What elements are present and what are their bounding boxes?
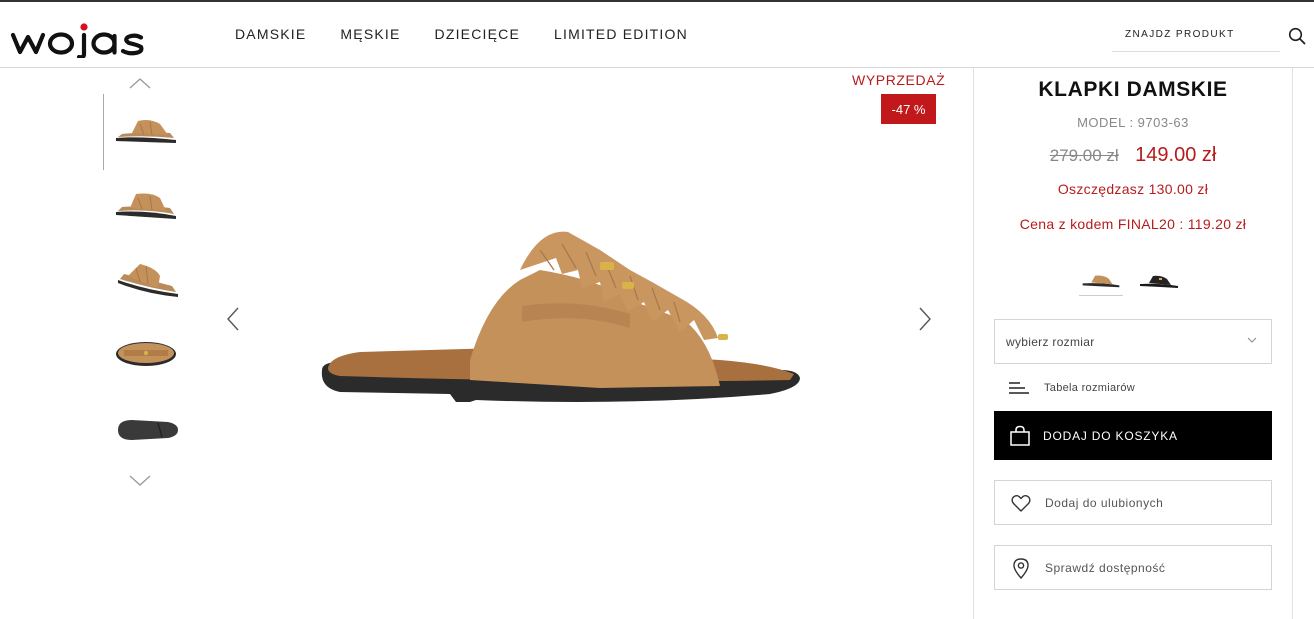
chevron-down-icon xyxy=(1247,337,1257,343)
site-header: DAMSKIE MĘSKIE DZIECIĘCE LIMITED EDITION xyxy=(0,2,1314,68)
search-icon[interactable] xyxy=(1288,27,1306,45)
thumbnail-1[interactable] xyxy=(110,102,182,168)
nav-item-limited-edition[interactable]: LIMITED EDITION xyxy=(554,26,688,42)
heart-icon xyxy=(1011,494,1031,512)
color-variant-camel[interactable] xyxy=(1079,266,1123,296)
next-image-arrow-icon[interactable] xyxy=(918,306,932,332)
check-availability-label: Sprawdź dostępność xyxy=(1045,560,1166,575)
thumbnail-up-arrow-icon[interactable] xyxy=(128,76,152,90)
size-chart-icon xyxy=(1009,382,1029,394)
search-box xyxy=(1112,18,1280,52)
product-main-image xyxy=(321,231,800,402)
thumbnail-4[interactable] xyxy=(110,320,182,386)
check-availability-button[interactable]: Sprawdź dostępność xyxy=(994,545,1272,590)
thumbnail-active-indicator xyxy=(103,94,104,170)
nav-item-dzieciece[interactable]: DZIECIĘCE xyxy=(435,26,520,42)
main-nav: DAMSKIE MĘSKIE DZIECIĘCE LIMITED EDITION xyxy=(235,26,722,42)
discount-badge: -47 % xyxy=(881,94,936,124)
nav-item-meskie[interactable]: MĘSKIE xyxy=(340,26,400,42)
thumbnail-5[interactable] xyxy=(110,396,182,462)
nav-item-damskie[interactable]: DAMSKIE xyxy=(235,26,306,42)
add-to-favorites-label: Dodaj do ulubionych xyxy=(1045,495,1164,510)
add-to-cart-button[interactable]: DODAJ DO KOSZYKA xyxy=(994,411,1272,460)
add-to-favorites-button[interactable]: Dodaj do ulubionych xyxy=(994,480,1272,525)
new-price: 149.00 zł xyxy=(1135,144,1217,166)
wojas-logo[interactable] xyxy=(10,16,182,58)
price-block: 279.00 zł 149.00 zł xyxy=(974,144,1292,167)
product-model: MODEL : 9703-63 xyxy=(1077,115,1189,130)
thumbnail-down-arrow-icon[interactable] xyxy=(128,474,152,488)
shopping-bag-icon xyxy=(1010,425,1030,446)
savings-text: Oszczędzasz 130.00 zł xyxy=(1057,181,1209,197)
size-chart-link[interactable]: Tabela rozmiarów xyxy=(1008,378,1135,398)
product-title: KLAPKI DAMSKIE xyxy=(1038,78,1228,101)
size-chart-label: Tabela rozmiarów xyxy=(1044,382,1136,394)
promo-code-price: Cena z kodem FINAL20 : 119.20 zł xyxy=(1019,216,1247,232)
color-variant-black[interactable] xyxy=(1137,266,1181,296)
thumbnail-2[interactable] xyxy=(110,172,182,238)
panel-divider-right xyxy=(1292,68,1293,619)
old-price: 279.00 zł xyxy=(1049,146,1119,165)
search-input[interactable] xyxy=(1112,18,1280,51)
thumbnail-3[interactable] xyxy=(110,246,182,312)
add-to-cart-label: DODAJ DO KOSZYKA xyxy=(1043,428,1178,443)
size-select-placeholder: wybierz rozmiar xyxy=(1006,335,1095,349)
size-select[interactable]: wybierz rozmiar xyxy=(994,319,1272,364)
sale-label: WYPRZEDAŻ xyxy=(852,72,946,88)
previous-image-arrow-icon[interactable] xyxy=(226,306,240,332)
location-pin-icon xyxy=(1013,557,1029,579)
